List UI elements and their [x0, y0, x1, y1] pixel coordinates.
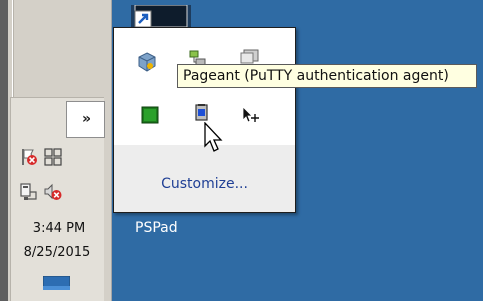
screen-left-edge	[0, 0, 8, 301]
action-center-error-icon[interactable]	[20, 148, 38, 166]
pageant-icon[interactable]	[192, 103, 212, 123]
desktop-item-pspad-label[interactable]: PSPad	[135, 220, 178, 236]
virtualbox-icon[interactable]	[137, 52, 157, 72]
clock-time[interactable]: 3:44 PM	[18, 221, 100, 236]
clock-date[interactable]: 8/25/2015	[8, 245, 106, 260]
windows-flag-icon[interactable]	[44, 148, 62, 166]
network-connection-icon[interactable]	[20, 183, 38, 201]
mouse-pointer-icon	[204, 122, 223, 152]
green-square-icon[interactable]	[140, 105, 160, 125]
notification-overflow-popup: Customize...	[113, 27, 296, 213]
show-desktop-icon[interactable]	[43, 276, 70, 290]
move-cursor-icon[interactable]	[240, 105, 260, 125]
show-hidden-icons-button[interactable]: »	[66, 101, 105, 138]
volume-muted-icon[interactable]	[44, 183, 62, 201]
customize-link[interactable]: Customize...	[114, 176, 295, 192]
pageant-tooltip: Pageant (PuTTY authentication agent)	[177, 64, 477, 88]
